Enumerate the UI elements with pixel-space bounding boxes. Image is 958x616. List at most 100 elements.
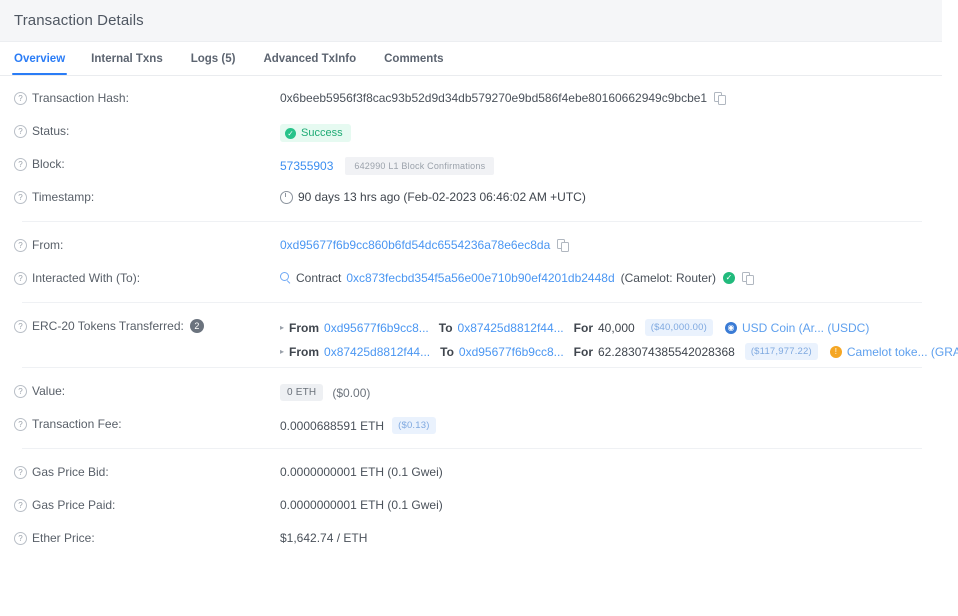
tab-bar: Overview Internal Txns Logs (5) Advanced… xyxy=(0,42,942,76)
transfer-to-address[interactable]: 0x87425d8812f44... xyxy=(458,321,564,335)
tab-logs-label: Logs (5) xyxy=(191,53,236,65)
transfer-token-name[interactable]: Camelot toke... (GRAIL) xyxy=(847,345,958,359)
transaction-hash-value-cell: 0x6beeb5956f3f8cac93b52d9d34db579270e9bd… xyxy=(280,82,958,105)
gas-price-bid-value: 0.0000000001 ETH (0.1 Gwei) xyxy=(280,465,443,479)
transfer-token-name[interactable]: USD Coin (Ar... (USDC) xyxy=(742,321,869,335)
tab-comments[interactable]: Comments xyxy=(384,42,443,75)
erc20-label: ERC-20 Tokens Transferred: xyxy=(32,319,184,333)
help-icon[interactable]: ? xyxy=(14,191,27,204)
transaction-details-page: Transaction Details Overview Internal Tx… xyxy=(0,0,958,616)
interacted-with-label-cell: ? Interacted With (To): xyxy=(14,262,280,285)
ether-price-value-cell: $1,642.74 / ETH xyxy=(280,522,958,545)
gas-price-bid-value-cell: 0.0000000001 ETH (0.1 Gwei) xyxy=(280,456,958,479)
status-label-cell: ? Status: xyxy=(14,115,280,138)
block-label: Block: xyxy=(32,157,65,171)
ether-price-value: $1,642.74 / ETH xyxy=(280,531,367,545)
erc20-count-badge: 2 xyxy=(190,319,204,333)
help-icon[interactable]: ? xyxy=(14,499,27,512)
transaction-hash-value: 0x6beeb5956f3f8cac93b52d9d34db579270e9bd… xyxy=(280,91,707,105)
transaction-hash-label-cell: ? Transaction Hash: xyxy=(14,82,280,105)
row-transaction-hash: ? Transaction Hash: 0x6beeb5956f3f8cac93… xyxy=(0,82,958,115)
from-address-link[interactable]: 0xd95677f6b9cc860b6fd54dc6554236a78e6ec8… xyxy=(280,238,550,252)
verified-contract-icon: ✓ xyxy=(723,272,735,284)
transfer-row: ▸ From 0xd95677f6b9cc8... To 0x87425d881… xyxy=(280,319,958,336)
details-rows: ? Transaction Hash: 0x6beeb5956f3f8cac93… xyxy=(0,76,958,555)
value-usd: ($0.00) xyxy=(332,386,370,400)
tab-internal-txns-label: Internal Txns xyxy=(91,53,163,65)
transfer-amount: 62.283074385542028368 xyxy=(598,345,735,359)
tab-logs[interactable]: Logs (5) xyxy=(191,42,236,75)
timestamp-value: 90 days 13 hrs ago (Feb-02-2023 06:46:02… xyxy=(298,190,586,204)
timestamp-label: Timestamp: xyxy=(32,190,94,204)
block-confirmations-badge: 642990 L1 Block Confirmations xyxy=(345,157,494,175)
transfer-for-label: For xyxy=(574,321,593,335)
transaction-fee-label: Transaction Fee: xyxy=(32,417,122,431)
gas-price-paid-label-cell: ? Gas Price Paid: xyxy=(14,489,280,512)
row-transaction-fee: ? Transaction Fee: 0.0000688591 ETH ($0.… xyxy=(0,408,958,441)
contract-address-link[interactable]: 0xc873fecbd354f5a56e00e710b90ef4201db244… xyxy=(346,271,614,285)
search-icon xyxy=(280,272,292,284)
row-ether-price: ? Ether Price: $1,642.74 / ETH xyxy=(0,522,958,555)
grail-token-icon: ! xyxy=(830,346,842,358)
transaction-fee-usd: ($0.13) xyxy=(392,417,436,434)
transfer-usd-value: ($117,977.22) xyxy=(745,343,818,360)
transfer-to-label: To xyxy=(439,321,453,335)
transfer-from-label: From xyxy=(289,345,319,359)
gas-price-paid-label: Gas Price Paid: xyxy=(32,498,115,512)
help-icon[interactable]: ? xyxy=(14,466,27,479)
help-icon[interactable]: ? xyxy=(14,239,27,252)
from-label-cell: ? From: xyxy=(14,229,280,252)
copy-icon[interactable] xyxy=(557,239,568,251)
tab-advanced-txinfo-label: Advanced TxInfo xyxy=(263,53,356,65)
row-interacted-with: ? Interacted With (To): Contract 0xc873f… xyxy=(0,262,958,295)
contract-prefix: Contract xyxy=(296,271,341,285)
transfer-token[interactable]: ◉ USD Coin (Ar... (USDC) xyxy=(725,321,869,335)
transfer-to-label: To xyxy=(440,345,454,359)
row-timestamp: ? Timestamp: 90 days 13 hrs ago (Feb-02-… xyxy=(0,181,958,214)
row-block: ? Block: 57355903 642990 L1 Block Confir… xyxy=(0,148,958,181)
tab-internal-txns[interactable]: Internal Txns xyxy=(91,42,163,75)
value-value-cell: 0 ETH ($0.00) xyxy=(280,375,958,401)
from-label: From: xyxy=(32,238,63,252)
help-icon[interactable]: ? xyxy=(14,418,27,431)
help-icon[interactable]: ? xyxy=(14,272,27,285)
page-title: Transaction Details xyxy=(14,12,144,29)
help-icon[interactable]: ? xyxy=(14,532,27,545)
gas-price-paid-value-cell: 0.0000000001 ETH (0.1 Gwei) xyxy=(280,489,958,512)
status-badge: ✓ Success xyxy=(280,124,351,142)
transfer-from-address[interactable]: 0x87425d8812f44... xyxy=(324,345,430,359)
transfer-for-label: For xyxy=(574,345,593,359)
transfer-row: ▸ From 0x87425d8812f44... To 0xd95677f6b… xyxy=(280,343,958,360)
divider xyxy=(22,448,922,449)
transfer-from-address[interactable]: 0xd95677f6b9cc8... xyxy=(324,321,429,335)
status-label: Status: xyxy=(32,124,69,138)
transfer-usd-value: ($40,000.00) xyxy=(645,319,713,336)
row-gas-price-paid: ? Gas Price Paid: 0.0000000001 ETH (0.1 … xyxy=(0,489,958,522)
help-icon[interactable]: ? xyxy=(14,158,27,171)
status-text: Success xyxy=(301,127,343,139)
caret-icon: ▸ xyxy=(280,347,284,356)
transfer-token[interactable]: ! Camelot toke... (GRAIL) xyxy=(830,345,958,359)
gas-price-paid-value: 0.0000000001 ETH (0.1 Gwei) xyxy=(280,498,443,512)
contract-tag: (Camelot: Router) xyxy=(621,271,716,285)
interacted-with-value-cell: Contract 0xc873fecbd354f5a56e00e710b90ef… xyxy=(280,262,958,285)
transaction-fee-value-cell: 0.0000688591 ETH ($0.13) xyxy=(280,408,958,434)
transfer-to-address[interactable]: 0xd95677f6b9cc8... xyxy=(459,345,564,359)
from-value-cell: 0xd95677f6b9cc860b6fd54dc6554236a78e6ec8… xyxy=(280,229,958,252)
copy-icon[interactable] xyxy=(714,92,725,104)
help-icon[interactable]: ? xyxy=(14,125,27,138)
block-number-link[interactable]: 57355903 xyxy=(280,159,333,173)
row-value: ? Value: 0 ETH ($0.00) xyxy=(0,375,958,408)
copy-icon[interactable] xyxy=(742,272,753,284)
tab-advanced-txinfo[interactable]: Advanced TxInfo xyxy=(263,42,356,75)
help-icon[interactable]: ? xyxy=(14,92,27,105)
help-icon[interactable]: ? xyxy=(14,320,27,333)
tab-overview[interactable]: Overview xyxy=(14,42,65,75)
help-icon[interactable]: ? xyxy=(14,385,27,398)
gas-price-bid-label-cell: ? Gas Price Bid: xyxy=(14,456,280,479)
tab-comments-label: Comments xyxy=(384,53,443,65)
row-erc20-transfers: ? ERC-20 Tokens Transferred: 2 ▸ From 0x… xyxy=(0,310,958,360)
row-gas-price-bid: ? Gas Price Bid: 0.0000000001 ETH (0.1 G… xyxy=(0,456,958,489)
divider xyxy=(22,367,922,368)
transfer-amount: 40,000 xyxy=(598,321,635,335)
